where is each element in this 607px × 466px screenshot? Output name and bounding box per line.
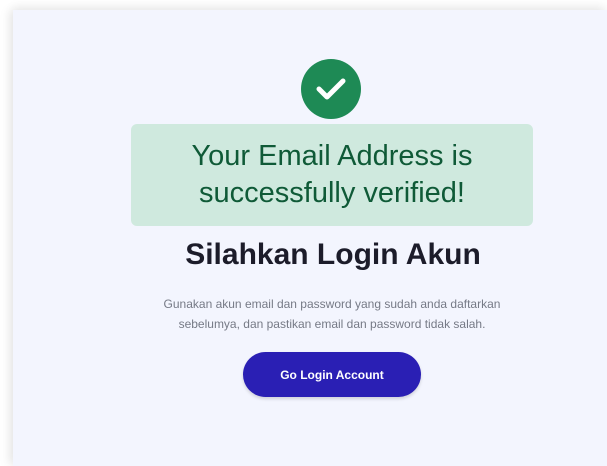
login-description: Gunakan akun email dan password yang sud… bbox=[163, 297, 501, 331]
login-heading: Silahkan Login Akun bbox=[185, 238, 481, 271]
success-message: Your Email Address is successfully verif… bbox=[191, 140, 473, 209]
go-login-button[interactable]: Go Login Account bbox=[243, 352, 421, 397]
success-alert: Your Email Address is successfully verif… bbox=[131, 124, 533, 226]
check-circle-icon bbox=[301, 59, 361, 119]
check-mark-icon bbox=[316, 78, 346, 100]
